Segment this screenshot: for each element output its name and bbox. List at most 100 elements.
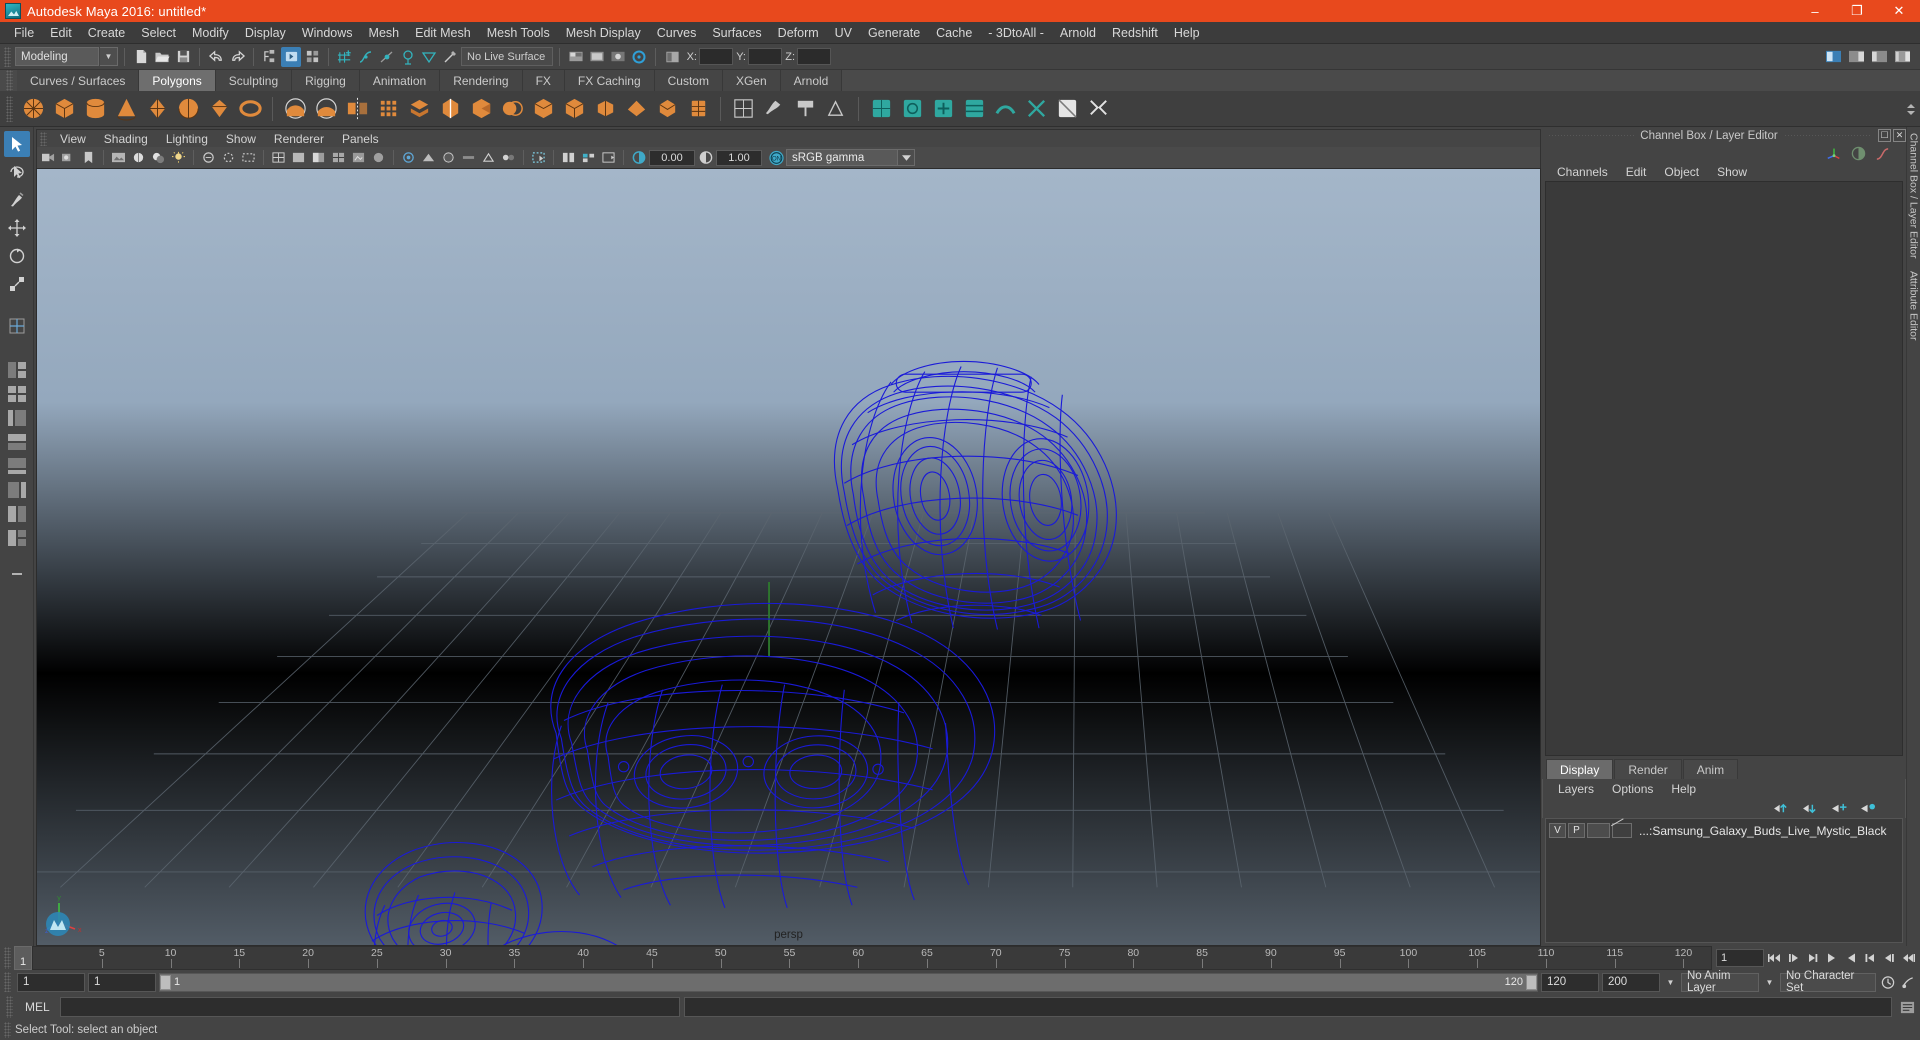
transform-axes-icon[interactable] (1826, 145, 1842, 161)
channel-box-menu-show[interactable]: Show (1708, 164, 1756, 180)
maximize-button[interactable]: ❐ (1836, 0, 1878, 22)
layer-visibility-toggle[interactable]: V (1549, 823, 1566, 838)
layer-editor-tab-anim[interactable]: Anim (1682, 759, 1739, 779)
menu-item-file[interactable]: File (6, 24, 42, 42)
light-bulb-icon[interactable] (169, 149, 188, 167)
help-line-grip[interactable] (4, 1022, 11, 1038)
add-layout-icon[interactable] (4, 563, 30, 585)
command-language-label[interactable]: MEL (19, 1000, 56, 1014)
poly-pyramid-icon[interactable] (205, 95, 233, 123)
shelf-scroll-down-icon[interactable] (1907, 110, 1915, 115)
playback-end-time-field[interactable]: 120 (1541, 972, 1599, 992)
make-live-icon[interactable] (440, 47, 460, 67)
y-field[interactable] (748, 48, 782, 65)
anim-layer-chevron-down-icon[interactable]: ▼ (1762, 973, 1777, 992)
animation-preferences-icon[interactable] (1899, 973, 1916, 991)
auto-keyframe-toggle-icon[interactable] (1879, 973, 1896, 991)
shelf-tab-rigging[interactable]: Rigging (292, 70, 360, 91)
shadows-icon[interactable] (149, 149, 168, 167)
layer-row[interactable]: V P ...:Samsung_Galaxy_Buds_Live_Mystic_… (1549, 822, 1899, 839)
viewport-menu-panels[interactable]: Panels (333, 131, 388, 147)
step-forward-keyframe-icon[interactable] (1880, 949, 1897, 967)
exposure-icon[interactable] (629, 149, 648, 167)
viewport-menu-renderer[interactable]: Renderer (265, 131, 333, 147)
paint-select-icon[interactable] (791, 95, 819, 123)
select-by-component-type-icon[interactable] (302, 47, 322, 67)
current-frame-field[interactable]: 1 (1716, 949, 1764, 967)
menu-item-select[interactable]: Select (133, 24, 184, 42)
poly-cone-icon[interactable] (112, 95, 140, 123)
time-slider[interactable]: 5 10 15 20 25 30 35 40 45 50 55 60 65 70 75 80 85 90 95 100… (32, 946, 1712, 970)
soften-edge-icon[interactable] (822, 95, 850, 123)
scale-tool-icon[interactable] (4, 271, 30, 297)
layer-menu-layers[interactable]: Layers (1549, 781, 1603, 797)
new-layer-icon[interactable] (1831, 802, 1848, 815)
anim-layer-dropdown[interactable]: No Anim Layer (1681, 970, 1759, 994)
play-forwards-icon[interactable] (1842, 949, 1859, 967)
menu-item-3dtoall[interactable]: - 3DtoAll - (980, 24, 1052, 42)
menu-item-surfaces[interactable]: Surfaces (704, 24, 769, 42)
menu-item-windows[interactable]: Windows (294, 24, 361, 42)
poly-pipe-icon[interactable] (236, 95, 264, 123)
channel-box-vertical-tab[interactable]: Channel Box / Layer Editor (1908, 127, 1920, 265)
show-hide-channel-box-icon[interactable] (1892, 47, 1912, 67)
channel-box-menu-edit[interactable]: Edit (1617, 164, 1656, 180)
select-tool-icon[interactable] (3, 131, 30, 157)
connect-components-icon[interactable] (684, 95, 712, 123)
toolbar-grip[interactable] (4, 46, 11, 67)
character-set-dropdown[interactable]: No Character Set (1780, 970, 1876, 994)
use-default-material-icon[interactable] (369, 149, 388, 167)
quad-draw-icon[interactable] (867, 95, 895, 123)
single-perspective-layout-icon[interactable] (4, 359, 30, 381)
layer-color-swatch[interactable] (1612, 823, 1632, 838)
shelf-tab-custom[interactable]: Custom (654, 70, 723, 91)
layer-state-toggle[interactable] (1587, 823, 1610, 838)
redo-icon[interactable] (227, 47, 247, 67)
ipr-render-icon[interactable] (608, 47, 628, 67)
viewport-menu-shading[interactable]: Shading (95, 131, 157, 147)
sculpt-smooth-icon[interactable] (281, 95, 309, 123)
play-backwards-icon[interactable] (1823, 949, 1840, 967)
gamma-icon[interactable] (696, 149, 715, 167)
x-field[interactable] (699, 48, 733, 65)
render-view-icon[interactable] (587, 47, 607, 67)
color-management-toggle-icon[interactable]: ON (767, 149, 786, 167)
layer-playback-toggle[interactable]: P (1568, 823, 1585, 838)
two-sided-lighting-icon[interactable] (129, 149, 148, 167)
color-management-dropdown[interactable]: sRGB gamma (786, 149, 898, 166)
half-circle-icon[interactable] (1851, 146, 1866, 161)
paint-selection-tool-icon[interactable] (4, 187, 30, 213)
shelf-scroll-up-icon[interactable] (1907, 103, 1915, 108)
crease-tool-icon[interactable] (1053, 95, 1081, 123)
booleans-icon[interactable] (498, 95, 526, 123)
shelf-tab-xgen[interactable]: XGen (722, 70, 781, 91)
select-by-object-type-icon[interactable] (281, 46, 301, 67)
selection-mode-dropdown[interactable]: Modeling (15, 47, 99, 66)
depth-of-field-icon[interactable] (499, 149, 518, 167)
snap-to-grid-icon[interactable] (335, 47, 355, 67)
animation-end-time-field[interactable]: 200 (1602, 972, 1660, 992)
undo-icon[interactable] (206, 47, 226, 67)
menu-item-modify[interactable]: Modify (184, 24, 237, 42)
snap-to-projected-center-icon[interactable] (398, 47, 418, 67)
isolate-select-icon[interactable] (529, 149, 548, 167)
time-slider-grip[interactable] (4, 947, 11, 969)
new-layer-from-selected-icon[interactable] (1860, 802, 1877, 815)
render-globals-icon[interactable] (566, 47, 586, 67)
wireframe-shading-icon[interactable] (269, 149, 288, 167)
shelf-tab-sculpting[interactable]: Sculpting (215, 70, 293, 91)
color-management-chevron-down-icon[interactable] (898, 149, 915, 166)
close-panel-icon[interactable]: ✕ (1893, 129, 1907, 142)
command-input-field[interactable] (59, 997, 680, 1017)
go-to-end-icon[interactable] (1899, 949, 1916, 967)
shadow-pass-icon[interactable] (419, 149, 438, 167)
layer-editor-tab-render[interactable]: Render (1614, 759, 1682, 779)
poly-sphere-icon[interactable] (19, 95, 47, 123)
menu-item-deform[interactable]: Deform (770, 24, 827, 42)
last-tool-used-icon[interactable] (4, 315, 30, 337)
range-slider-left-handle[interactable] (160, 974, 171, 990)
undock-panel-icon[interactable]: ☐ (1878, 129, 1892, 142)
menu-item-arnold[interactable]: Arnold (1052, 24, 1104, 42)
render-settings-icon[interactable] (629, 47, 649, 67)
step-back-frame-icon[interactable] (1804, 949, 1821, 967)
